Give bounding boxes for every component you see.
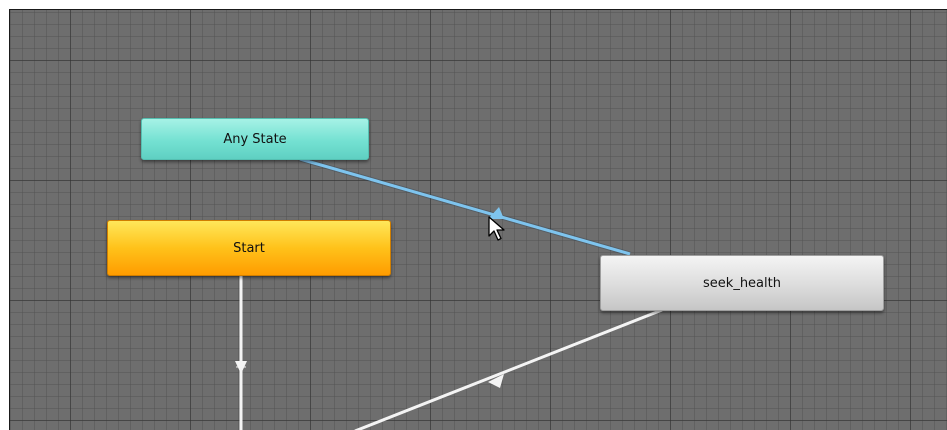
state-node-any-state[interactable]: Any State <box>141 118 369 160</box>
transition-seek-health-to-offscreen[interactable] <box>354 308 663 430</box>
transition-start-to-offscreen[interactable] <box>235 276 247 430</box>
state-label: Start <box>233 240 265 256</box>
state-label: seek_health <box>703 275 781 291</box>
state-machine-canvas[interactable]: Any State Start seek_health <box>9 9 947 430</box>
arrow-cursor-icon <box>488 216 505 241</box>
state-node-seek-health[interactable]: seek_health <box>600 255 884 311</box>
state-node-start[interactable]: Start <box>107 220 391 276</box>
state-label: Any State <box>223 131 287 147</box>
